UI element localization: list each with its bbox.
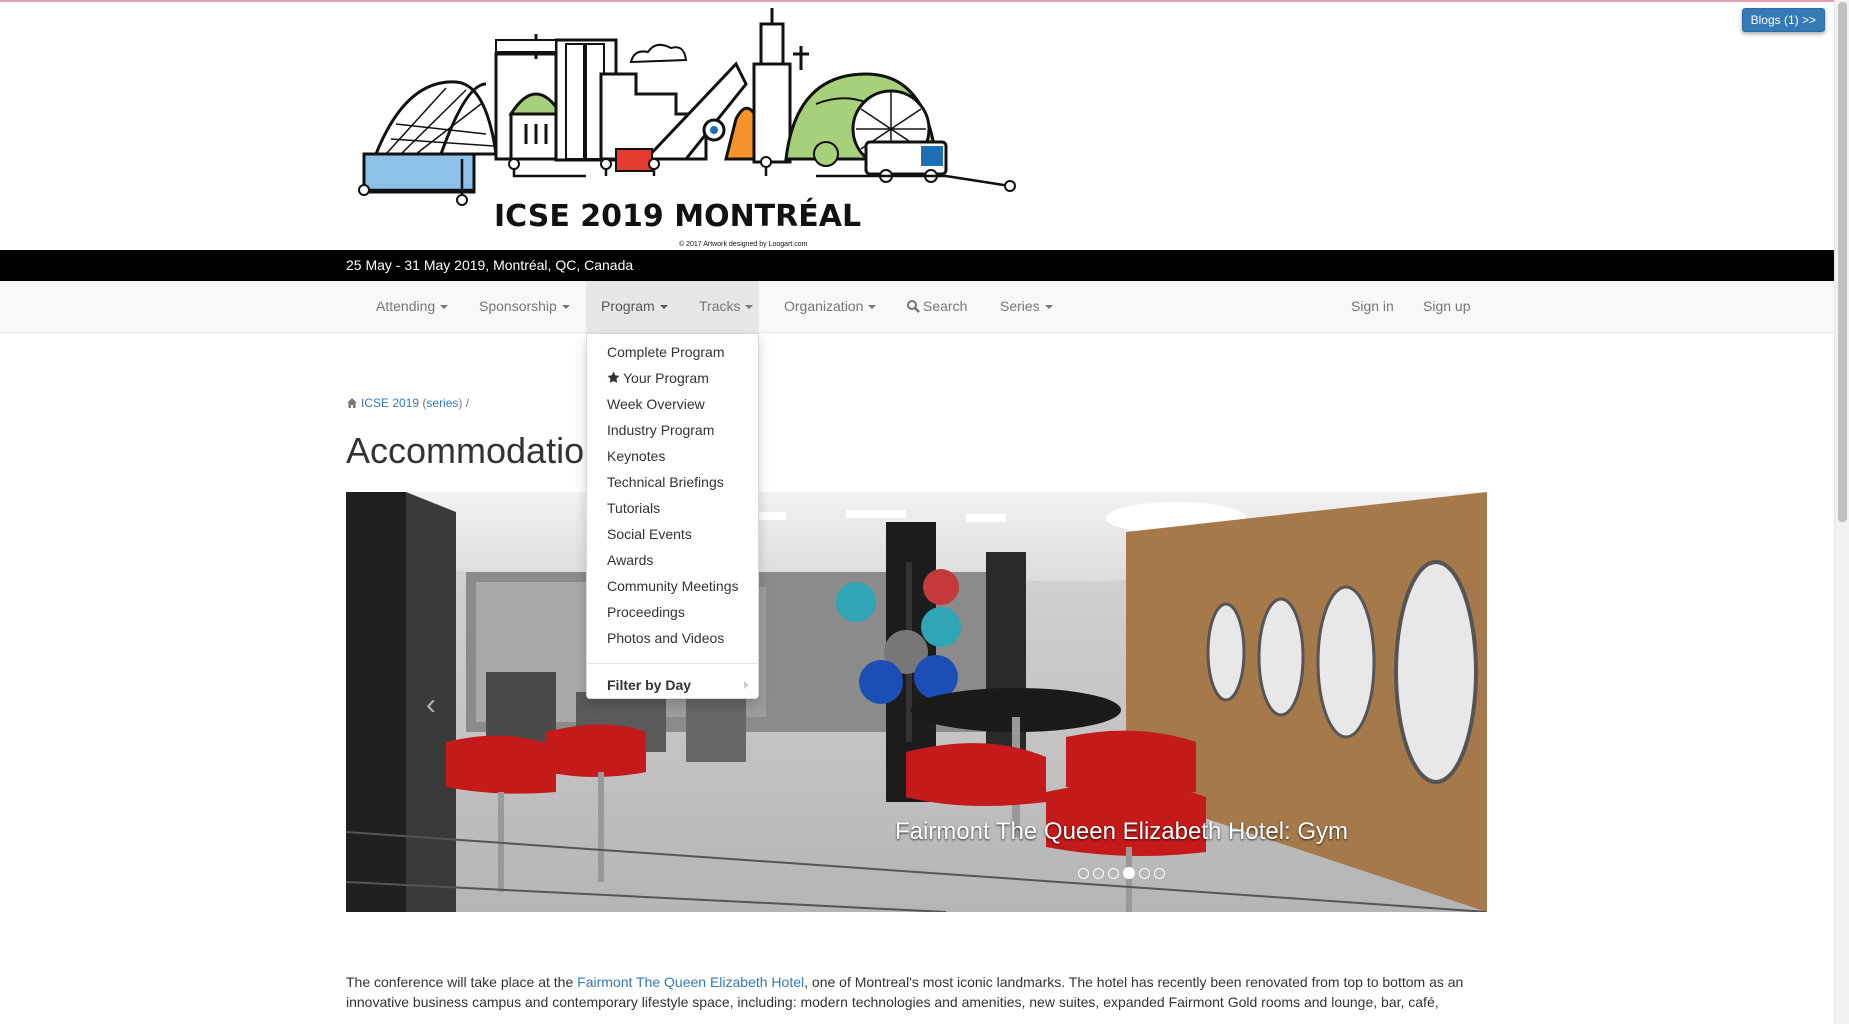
caret-down-icon [561,305,570,310]
nav-search-label: Search [923,298,968,314]
conference-banner[interactable]: ICSE 2019 MONTRÉAL © 2017 Artwork design… [346,4,1026,250]
menu-item-week-overview[interactable]: Week Overview [587,391,758,417]
breadcrumb-paren: ) [458,396,463,410]
nav-attending[interactable]: Attending [361,281,463,332]
venue-description: The conference will take place at the Fa… [346,972,1486,1012]
sign-up-link[interactable]: Sign up [1408,281,1485,332]
carousel-indicator-dot[interactable] [1093,867,1104,879]
caret-down-icon [1044,305,1053,310]
menu-item-complete-program[interactable]: Complete Program [587,339,758,365]
search-icon [907,300,920,313]
carousel-indicator-dot[interactable] [1108,867,1119,879]
conference-dates: 25 May - 31 May 2019, Montréal, QC, Cana… [346,257,634,273]
carousel-prev-chevron-icon[interactable]: ‹ [426,688,436,722]
menu-item-keynotes[interactable]: Keynotes [587,443,758,469]
banner-title: ICSE 2019 MONTRÉAL [494,198,861,234]
hotel-photo-carousel[interactable]: ‹ Fairmont The Queen Elizabeth Hotel: Gy… [346,492,1487,912]
menu-item-industry-program[interactable]: Industry Program [587,417,758,443]
breadcrumb-series-link[interactable]: series [426,396,458,410]
caret-down-icon [440,305,449,310]
menu-item-awards[interactable]: Awards [587,547,758,573]
nav-sponsorship-label: Sponsorship [479,298,557,314]
menu-item-social-events[interactable]: Social Events [587,521,758,547]
blogs-button[interactable]: Blogs (1) >> [1741,8,1825,32]
page-scrollbar[interactable] [1834,0,1849,1024]
banner-credit: © 2017 Artwork designed by Loogart.com [679,240,808,248]
breadcrumb-home-link[interactable]: ICSE 2019 [361,396,419,410]
menu-item-filter-by-day[interactable]: Filter by Day [587,671,758,699]
nav-tracks[interactable]: Tracks [684,281,768,332]
menu-item-tutorials[interactable]: Tutorials [587,495,758,521]
sign-in-link[interactable]: Sign in [1336,281,1409,332]
nav-attending-label: Attending [376,298,436,314]
home-icon [347,398,357,408]
carousel-indicator-dot[interactable] [1123,867,1135,880]
breadcrumb: ICSE 2019 (series) / [346,395,469,411]
montreal-skyline-logo: ICSE 2019 MONTRÉAL © 2017 Artwork design… [358,8,1016,248]
venue-text-intro: The conference will take place at the [346,974,578,990]
menu-item-technical-briefings[interactable]: Technical Briefings [587,469,758,495]
menu-item-community-meetings[interactable]: Community Meetings [587,573,758,599]
caret-down-icon [659,305,668,310]
nav-series-label: Series [1000,298,1040,314]
menu-item-photos-and-videos[interactable]: Photos and Videos [587,625,758,651]
program-dropdown-menu: Complete Program Your Program Week Overv… [586,333,759,699]
nav-series[interactable]: Series [985,281,1068,332]
nav-tracks-label: Tracks [699,298,741,314]
carousel-indicator-dot[interactable] [1154,867,1165,879]
menu-divider [587,663,758,664]
caret-down-icon [745,305,754,310]
nav-sponsorship[interactable]: Sponsorship [464,281,585,332]
top-accent-line [0,0,1834,2]
carousel-indicators [346,864,1487,880]
main-navbar: Attending Sponsorship Program Tracks Org… [0,281,1834,333]
conference-date-bar: 25 May - 31 May 2019, Montréal, QC, Cana… [0,250,1834,281]
caret-down-icon [868,305,877,310]
menu-item-proceedings[interactable]: Proceedings [587,599,758,625]
star-icon [607,371,620,383]
chevron-right-icon [744,681,749,689]
nav-search[interactable]: Search [892,281,982,332]
carousel-caption: Fairmont The Queen Elizabeth Hotel: Gym [894,818,1349,845]
menu-item-your-program-label: Your Program [623,370,709,386]
nav-organization-label: Organization [784,298,864,314]
menu-item-your-program[interactable]: Your Program [587,365,758,391]
scrollbar-thumb[interactable] [1838,2,1847,522]
gym-photo [346,492,1487,912]
carousel-indicator-dot[interactable] [1139,867,1150,879]
nav-organization[interactable]: Organization [769,281,891,332]
breadcrumb-separator: / [465,396,470,410]
menu-item-filter-by-day-label: Filter by Day [607,677,692,693]
hotel-link[interactable]: Fairmont The Queen Elizabeth Hotel [577,974,804,990]
carousel-indicator-dot[interactable] [1078,867,1089,879]
nav-program-label: Program [601,298,655,314]
page-title: Accommodation [346,430,605,471]
